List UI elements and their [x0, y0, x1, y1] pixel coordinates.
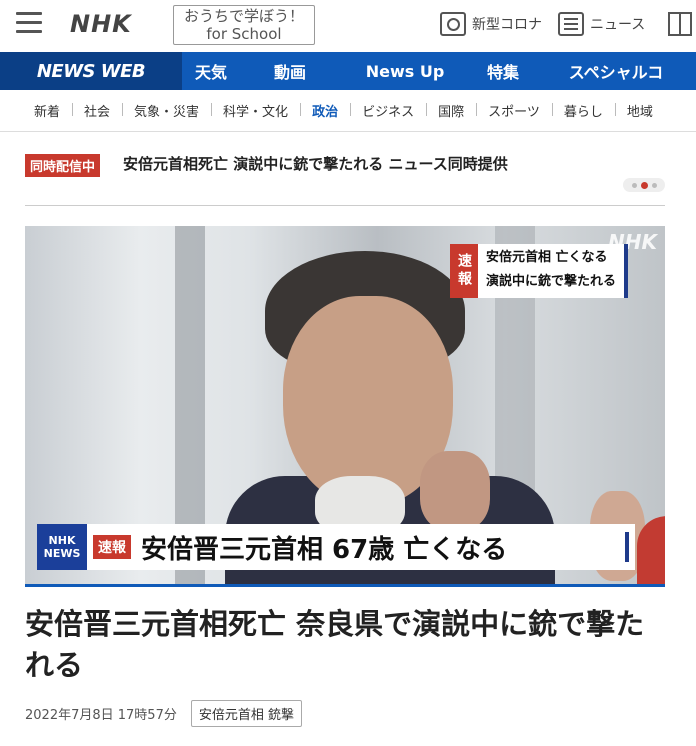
main-nav: NEWS WEB 天気 動画 News Up 特集 スペシャルコ	[0, 52, 696, 90]
subnav-science-culture[interactable]: 科学・文化	[211, 101, 300, 120]
lt-breaking-badge: 速報	[93, 535, 131, 559]
site-header: NHK おうちで学ぼう！ for School 新型コロナ ニュース	[0, 0, 696, 52]
hero-divider	[25, 584, 665, 587]
carousel-dot[interactable]	[651, 182, 657, 188]
subnav-life[interactable]: 暮らし	[551, 101, 615, 120]
category-nav: 新着 社会 気象・災害 科学・文化 政治 ビジネス 国際 スポーツ 暮らし 地域	[0, 90, 696, 132]
corona-link[interactable]: 新型コロナ	[440, 12, 542, 36]
menu-icon[interactable]	[16, 12, 42, 36]
live-badge: 同時配信中	[25, 154, 101, 177]
carousel-dot[interactable]	[631, 182, 637, 188]
subnav-society[interactable]: 社会	[72, 101, 122, 120]
flash-text: 安倍元首相 亡くなる 演説中に銃で撃たれる	[478, 244, 629, 298]
nhk-logo[interactable]: NHK	[70, 10, 132, 38]
subnav-business[interactable]: ビジネス	[350, 101, 426, 120]
subnav-new[interactable]: 新着	[22, 101, 72, 120]
nav-newsweb[interactable]: NEWS WEB	[0, 52, 182, 90]
news-icon	[558, 12, 584, 36]
nav-weather[interactable]: 天気	[182, 52, 240, 90]
flash-badge: 速報	[450, 244, 478, 298]
school-line-1: おうちで学ぼう！	[183, 7, 304, 25]
subnav-region[interactable]: 地域	[614, 101, 665, 120]
subnav-weather-disaster[interactable]: 気象・災害	[122, 101, 211, 120]
subnav-sports[interactable]: スポーツ	[476, 101, 552, 120]
corona-label: 新型コロナ	[472, 17, 542, 33]
nav-video[interactable]: 動画	[240, 52, 340, 90]
live-ticker[interactable]: 同時配信中 安倍元首相死亡 演説中に銃で撃たれる ニュース同時提供	[25, 150, 665, 206]
corona-icon	[440, 12, 466, 36]
nav-features[interactable]: 特集	[470, 52, 536, 90]
lt-end-bar	[625, 532, 629, 562]
article-meta: 2022年7月8日 17時57分 安倍元首相 銃撃	[25, 700, 302, 727]
ticker-text[interactable]: 安倍元首相死亡 演説中に銃で撃たれる ニュース同時提供	[123, 153, 508, 174]
apps-grid-icon[interactable]	[668, 12, 692, 36]
lt-logo-line-2: NEWS	[43, 547, 81, 560]
flash-caption: 速報 安倍元首相 亡くなる 演説中に銃で撃たれる	[450, 244, 629, 298]
nav-news-up[interactable]: News Up	[340, 52, 470, 90]
lt-logo-line-1: NHK	[48, 534, 76, 547]
nav-special[interactable]: スペシャルコ	[536, 52, 696, 90]
hero-image: NHK 速報 安倍元首相 亡くなる 演説中に銃で撃たれる NHK NEWS 速報…	[25, 226, 665, 584]
flash-line-2: 演説中に銃で撃たれる	[486, 274, 617, 289]
carousel-dots[interactable]	[623, 178, 665, 192]
for-school-button[interactable]: おうちで学ぼう！ for School	[173, 5, 315, 45]
subnav-politics[interactable]: 政治	[300, 101, 350, 120]
news-link[interactable]: ニュース	[558, 12, 645, 36]
article-headline: 安倍晋三元首相死亡 奈良県で演説中に銃で撃たれる	[25, 607, 645, 682]
hand-shape	[420, 451, 490, 531]
lt-caption-text: 安倍晋三元首相 67歳 亡くなる	[141, 534, 508, 565]
article-date: 2022年7月8日 17時57分	[25, 708, 177, 723]
flash-line-1: 安倍元首相 亡くなる	[486, 250, 608, 265]
nhk-news-logo: NHK NEWS	[37, 524, 87, 570]
lower-third-caption: NHK NEWS 速報 安倍晋三元首相 67歳 亡くなる	[37, 524, 635, 570]
topic-tag[interactable]: 安倍元首相 銃撃	[190, 700, 302, 727]
news-label: ニュース	[590, 17, 646, 33]
school-line-2: for School	[206, 25, 282, 43]
subnav-international[interactable]: 国際	[426, 101, 476, 120]
carousel-dot-active[interactable]	[640, 181, 648, 189]
